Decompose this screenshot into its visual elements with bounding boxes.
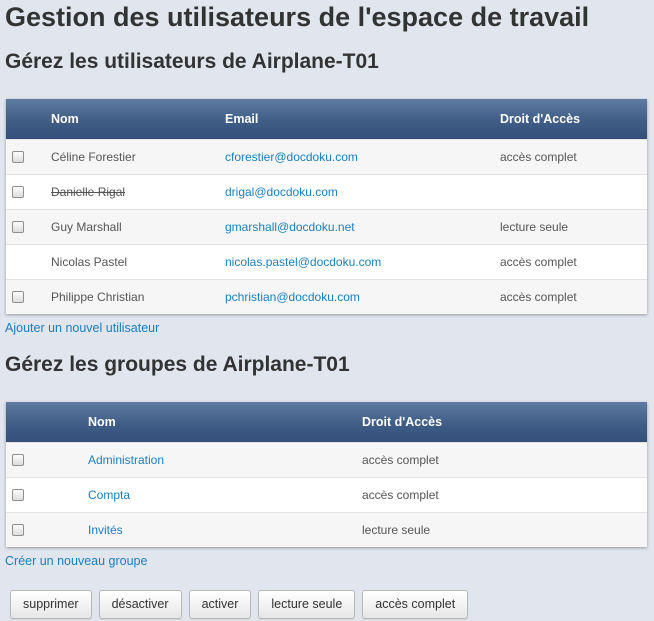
user-checkbox[interactable]: [12, 291, 24, 303]
table-row: Compta accès complet: [6, 477, 647, 513]
groups-table: Nom Droit d'Accès Administration accès c…: [6, 402, 647, 547]
users-col-name[interactable]: Nom: [51, 99, 225, 140]
groups-col-name[interactable]: Nom: [88, 402, 362, 443]
table-row: Nicolas Pastel nicolas.pastel@docdoku.co…: [6, 244, 647, 280]
user-name: Céline Forestier: [51, 139, 225, 175]
user-email-link[interactable]: cforestier@docdoku.com: [225, 150, 358, 164]
table-row: Guy Marshall gmarshall@docdoku.net lectu…: [6, 209, 647, 245]
user-access: accès complet: [500, 244, 647, 280]
groups-col-access[interactable]: Droit d'Accès: [362, 402, 647, 443]
full-access-button[interactable]: accès complet: [362, 590, 469, 619]
user-access: accès complet: [500, 279, 647, 314]
user-checkbox[interactable]: [12, 186, 24, 198]
table-row: Philippe Christian pchristian@docdoku.co…: [6, 279, 647, 314]
group-access: accès complet: [362, 442, 647, 478]
group-name-link[interactable]: Invités: [88, 523, 123, 537]
user-access: [500, 174, 647, 210]
table-row: Danielle Rigal drigal@docdoku.com: [6, 174, 647, 210]
groups-heading: Gérez les groupes de Airplane-T01: [5, 353, 350, 376]
users-table: Nom Email Droit d'Accès Céline Forestier…: [6, 99, 647, 314]
table-row: Céline Forestier cforestier@docdoku.com …: [6, 139, 647, 175]
group-name-link[interactable]: Compta: [88, 488, 130, 502]
user-access: accès complet: [500, 139, 647, 175]
user-name-disabled: Danielle Rigal: [51, 174, 225, 210]
users-heading: Gérez les utilisateurs de Airplane-T01: [5, 50, 379, 73]
group-access: lecture seule: [362, 512, 647, 547]
group-checkbox[interactable]: [12, 454, 24, 466]
page-title: Gestion des utilisateurs de l'espace de …: [5, 2, 590, 32]
group-name-link[interactable]: Administration: [88, 453, 164, 467]
user-name: Nicolas Pastel: [51, 244, 225, 280]
add-user-link[interactable]: Ajouter un nouvel utilisateur: [5, 321, 159, 335]
table-row: Administration accès complet: [6, 442, 647, 478]
table-row: Invités lecture seule: [6, 512, 647, 547]
user-email-link[interactable]: gmarshall@docdoku.net: [225, 220, 355, 234]
group-access: accès complet: [362, 477, 647, 513]
user-checkbox[interactable]: [12, 221, 24, 233]
group-checkbox[interactable]: [12, 489, 24, 501]
user-name: Guy Marshall: [51, 209, 225, 245]
user-email-link[interactable]: pchristian@docdoku.com: [225, 290, 360, 304]
deactivate-button[interactable]: désactiver: [98, 590, 182, 619]
user-email-link[interactable]: nicolas.pastel@docdoku.com: [225, 255, 381, 269]
users-col-access[interactable]: Droit d'Accès: [500, 99, 647, 140]
create-group-link[interactable]: Créer un nouveau groupe: [5, 554, 147, 568]
groups-table-header: Nom Droit d'Accès: [6, 402, 647, 443]
user-email-link[interactable]: drigal@docdoku.com: [225, 185, 338, 199]
user-access: lecture seule: [500, 209, 647, 245]
action-toolbar: supprimer désactiver activer lecture seule a…: [10, 590, 475, 619]
users-col-email[interactable]: Email: [225, 99, 500, 140]
user-name: Philippe Christian: [51, 279, 225, 314]
user-checkbox[interactable]: [12, 151, 24, 163]
delete-button[interactable]: supprimer: [10, 590, 92, 619]
activate-button[interactable]: activer: [188, 590, 252, 619]
read-only-button[interactable]: lecture seule: [258, 590, 356, 619]
users-table-header: Nom Email Droit d'Accès: [6, 99, 647, 140]
group-checkbox[interactable]: [12, 524, 24, 536]
